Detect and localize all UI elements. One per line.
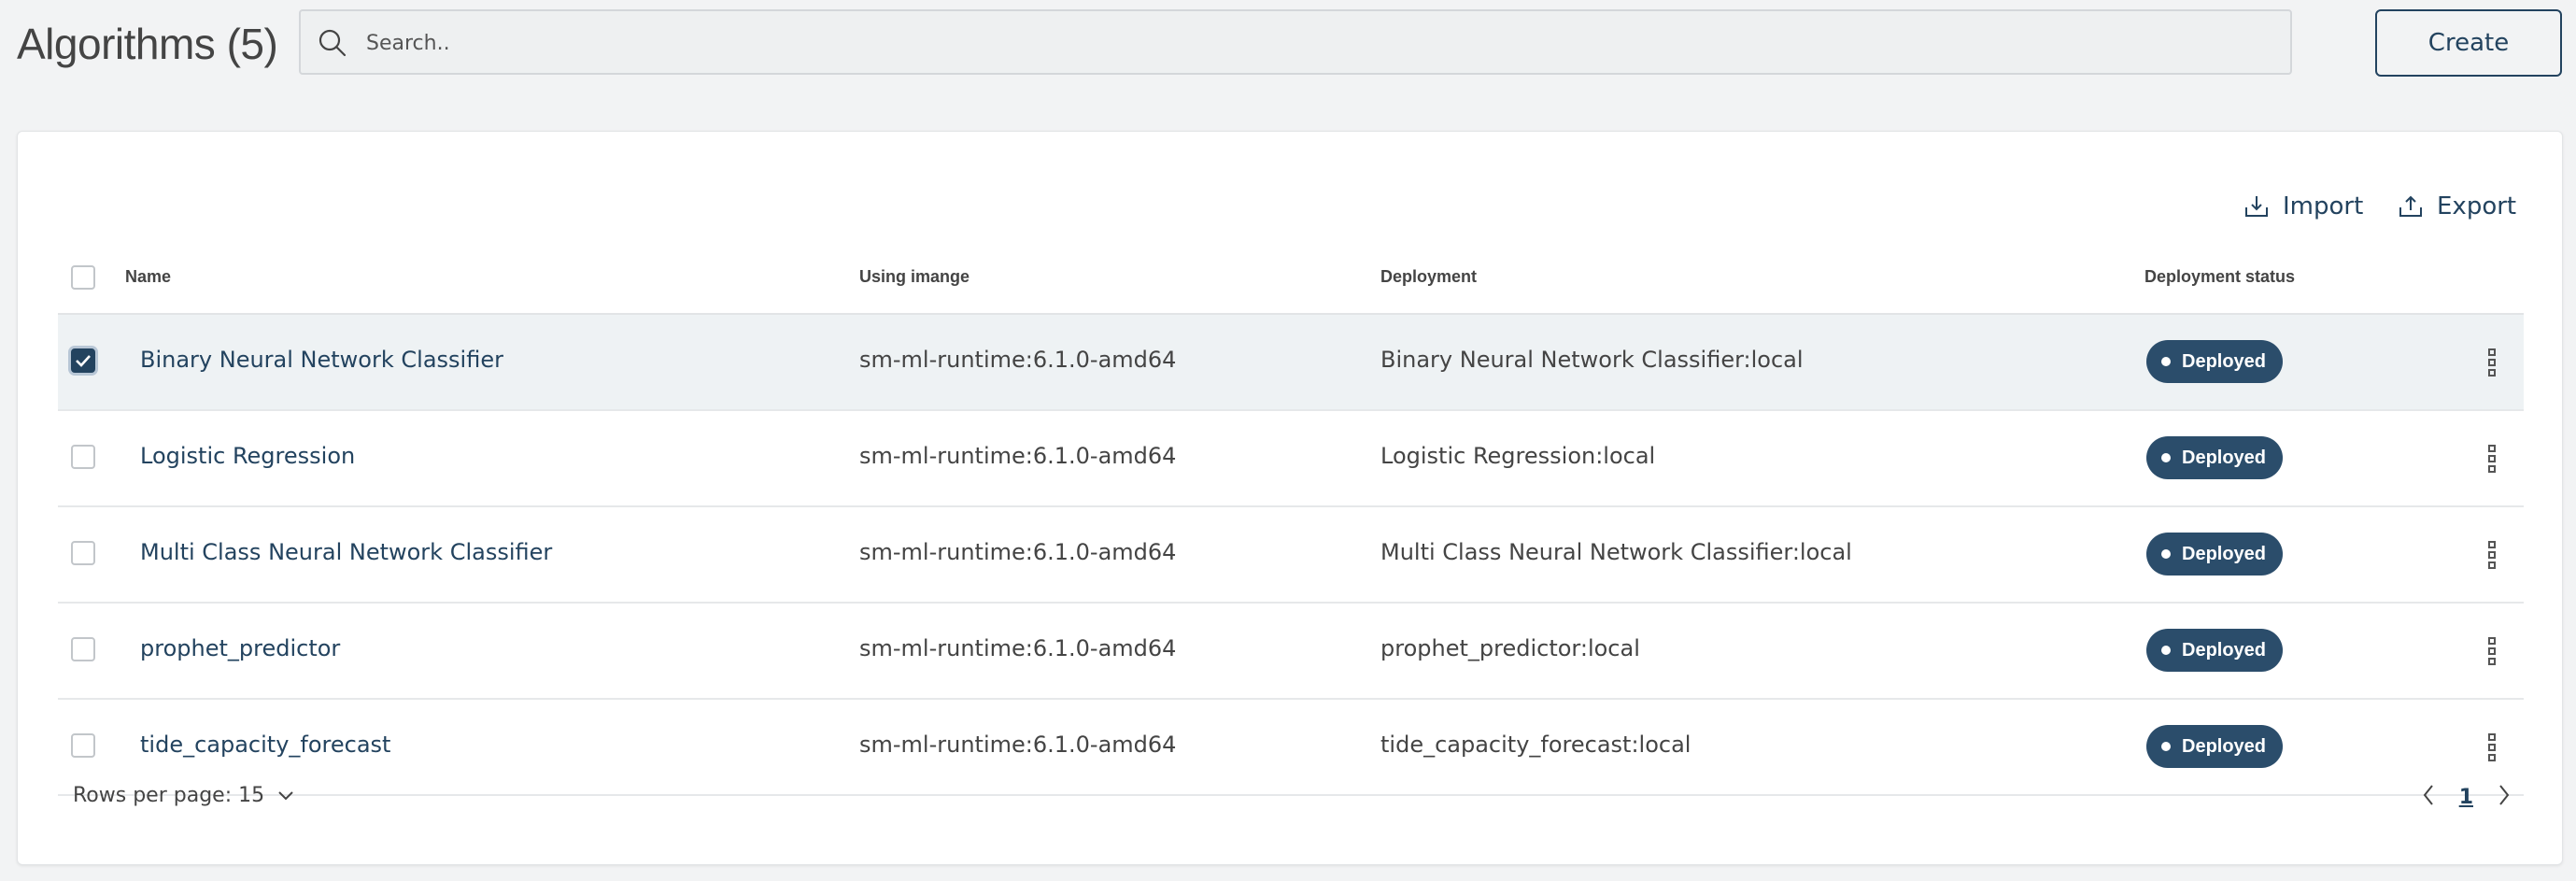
deployment-cell: Binary Neural Network Classifier:local bbox=[1380, 347, 1804, 373]
pagination: 1 bbox=[2414, 780, 2518, 814]
row-actions-button[interactable] bbox=[2483, 635, 2501, 667]
check-icon bbox=[76, 355, 91, 367]
algorithm-name-link[interactable]: Multi Class Neural Network Classifier bbox=[140, 539, 552, 565]
column-header-status[interactable]: Deployment status bbox=[2144, 267, 2295, 287]
table-row[interactable]: Multi Class Neural Network Classifier sm-… bbox=[58, 507, 2524, 604]
status-label: Deployed bbox=[2182, 639, 2267, 661]
status-label: Deployed bbox=[2182, 350, 2267, 372]
export-label: Export bbox=[2437, 192, 2517, 220]
algorithm-name-link[interactable]: tide_capacity_forecast bbox=[140, 732, 390, 758]
row-actions-button[interactable] bbox=[2483, 443, 2501, 475]
table-row[interactable]: Binary Neural Network Classifier sm-ml-ru… bbox=[58, 315, 2524, 411]
row-checkbox[interactable] bbox=[71, 733, 95, 758]
search-input[interactable] bbox=[364, 19, 2236, 67]
column-header-name[interactable]: Name bbox=[125, 267, 171, 287]
search-box[interactable] bbox=[299, 9, 2292, 75]
status-dot-icon bbox=[2161, 549, 2171, 559]
algorithm-name-link[interactable]: prophet_predictor bbox=[140, 635, 340, 661]
select-all-checkbox[interactable] bbox=[71, 265, 95, 290]
rows-per-page-label: Rows per page: 15 bbox=[73, 784, 265, 807]
more-vertical-icon bbox=[2488, 445, 2496, 473]
column-header-deployment[interactable]: Deployment bbox=[1380, 267, 1477, 287]
row-checkbox[interactable] bbox=[71, 445, 95, 469]
chevron-right-icon bbox=[2499, 785, 2510, 805]
status-badge: Deployed bbox=[2146, 340, 2283, 383]
more-vertical-icon bbox=[2488, 348, 2496, 377]
status-badge: Deployed bbox=[2146, 533, 2283, 575]
import-button[interactable]: Import bbox=[2243, 188, 2363, 225]
status-dot-icon bbox=[2161, 453, 2171, 462]
algorithms-card: Import Export Name Using imange Deployme… bbox=[17, 131, 2563, 865]
status-badge: Deployed bbox=[2146, 436, 2283, 479]
table-row[interactable]: Logistic Regression sm-ml-runtime:6.1.0-a… bbox=[58, 411, 2524, 507]
table-row[interactable]: prophet_predictor sm-ml-runtime:6.1.0-amd… bbox=[58, 604, 2524, 700]
status-badge: Deployed bbox=[2146, 629, 2283, 672]
table-body: Binary Neural Network Classifier sm-ml-ru… bbox=[58, 315, 2524, 796]
export-button[interactable]: Export bbox=[2398, 188, 2516, 225]
chevron-left-icon bbox=[2423, 785, 2433, 805]
status-label: Deployed bbox=[2182, 543, 2267, 564]
status-label: Deployed bbox=[2182, 447, 2267, 468]
export-icon bbox=[2399, 195, 2422, 217]
search-icon bbox=[318, 29, 347, 57]
page-title: Algorithms (5) bbox=[17, 20, 278, 68]
table-header: Name Using imange Deployment Deployment … bbox=[58, 243, 2524, 315]
prev-page-button[interactable] bbox=[2414, 780, 2442, 814]
deployment-cell: Logistic Regression:local bbox=[1380, 443, 1656, 469]
algorithm-name-link[interactable]: Binary Neural Network Classifier bbox=[140, 347, 503, 373]
image-cell: sm-ml-runtime:6.1.0-amd64 bbox=[859, 443, 1177, 469]
chevron-down-icon bbox=[278, 790, 293, 800]
next-page-button[interactable] bbox=[2490, 780, 2518, 814]
status-dot-icon bbox=[2161, 357, 2171, 366]
deployment-cell: prophet_predictor:local bbox=[1380, 635, 1640, 661]
status-dot-icon bbox=[2161, 742, 2171, 751]
create-button[interactable]: Create bbox=[2375, 9, 2562, 77]
page-number[interactable]: 1 bbox=[2459, 786, 2473, 809]
column-header-image[interactable]: Using imange bbox=[859, 267, 970, 287]
algorithm-name-link[interactable]: Logistic Regression bbox=[140, 443, 355, 469]
page-header: Algorithms (5) Create bbox=[0, 0, 2576, 93]
import-label: Import bbox=[2283, 192, 2364, 220]
row-actions-button[interactable] bbox=[2483, 539, 2501, 571]
deployment-cell: Multi Class Neural Network Classifier:lo… bbox=[1380, 539, 1852, 565]
row-checkbox[interactable] bbox=[71, 637, 95, 661]
deployment-cell: tide_capacity_forecast:local bbox=[1380, 732, 1691, 758]
image-cell: sm-ml-runtime:6.1.0-amd64 bbox=[859, 635, 1177, 661]
rows-per-page-select[interactable]: Rows per page: 15 bbox=[73, 784, 294, 807]
image-cell: sm-ml-runtime:6.1.0-amd64 bbox=[859, 347, 1177, 373]
more-vertical-icon bbox=[2488, 541, 2496, 569]
status-dot-icon bbox=[2161, 646, 2171, 655]
image-cell: sm-ml-runtime:6.1.0-amd64 bbox=[859, 539, 1177, 565]
row-checkbox[interactable] bbox=[71, 348, 95, 373]
algorithms-table: Name Using imange Deployment Deployment … bbox=[58, 243, 2524, 796]
table-footer: Rows per page: 15 1 bbox=[58, 758, 2524, 832]
status-label: Deployed bbox=[2182, 735, 2267, 757]
more-vertical-icon bbox=[2488, 637, 2496, 665]
row-actions-button[interactable] bbox=[2483, 347, 2501, 378]
import-icon bbox=[2245, 196, 2268, 217]
image-cell: sm-ml-runtime:6.1.0-amd64 bbox=[859, 732, 1177, 758]
row-checkbox[interactable] bbox=[71, 541, 95, 565]
